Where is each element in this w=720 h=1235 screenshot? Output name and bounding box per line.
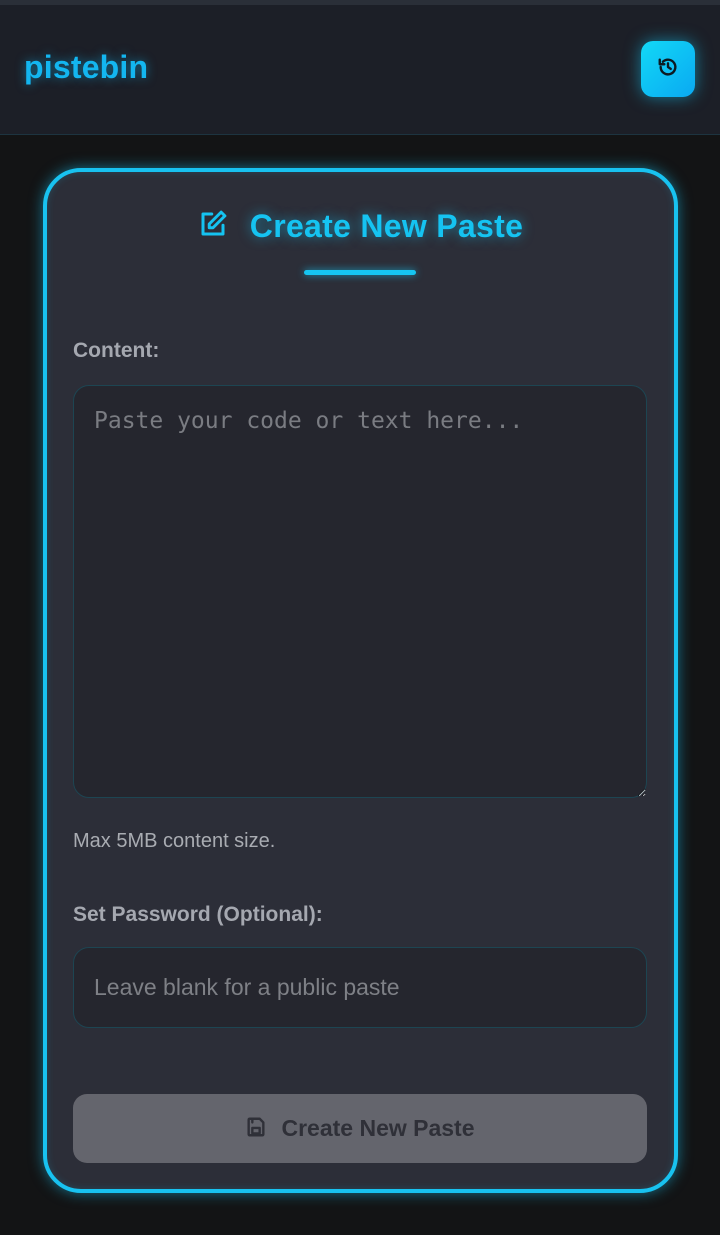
history-button[interactable] bbox=[641, 41, 695, 97]
page-title: Create New Paste bbox=[249, 208, 524, 244]
create-paste-button[interactable]: Create New Paste bbox=[73, 1094, 647, 1163]
card-header: Create New Paste bbox=[47, 208, 674, 245]
password-label: Set Password (Optional): bbox=[73, 903, 323, 926]
create-paste-button-label: Create New Paste bbox=[281, 1115, 475, 1141]
app-header: pistebin bbox=[0, 5, 720, 135]
content-size-hint: Max 5MB content size. bbox=[73, 830, 276, 852]
content-textarea[interactable] bbox=[73, 385, 647, 798]
edit-icon bbox=[198, 209, 228, 244]
content-label: Content: bbox=[73, 339, 160, 362]
history-icon bbox=[657, 56, 679, 83]
create-paste-card: Create New Paste Content: Max 5MB conten… bbox=[43, 168, 678, 1193]
save-icon bbox=[245, 1116, 267, 1141]
brand-logo[interactable]: pistebin bbox=[24, 49, 148, 86]
password-input[interactable] bbox=[73, 947, 647, 1028]
title-underline bbox=[304, 270, 416, 275]
